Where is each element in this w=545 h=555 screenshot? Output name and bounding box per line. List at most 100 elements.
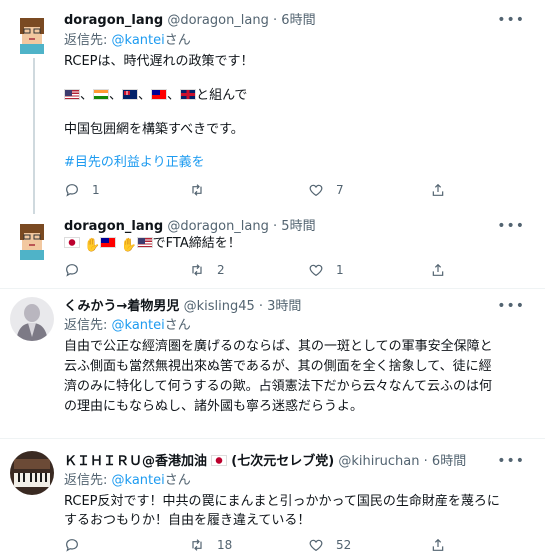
share-button[interactable] <box>430 260 446 280</box>
more-options-button[interactable]: ••• <box>497 298 525 314</box>
tweet-text-fragment: と組んで <box>196 88 248 103</box>
timestamp[interactable]: 5時間 <box>281 219 315 234</box>
tweet-text-line: ✋ ✋ でFTA締結を！ <box>64 234 241 256</box>
display-name[interactable]: ＫＩＨＩＲＵ@香港加油 <box>64 454 207 469</box>
share-icon <box>432 538 444 551</box>
display-name[interactable]: doragon_lang <box>64 13 163 28</box>
tweet[interactable]: doragon_lang @doragon_lang · 5時間 ••• ✋ ✋… <box>0 214 545 290</box>
retweet-count: 2 <box>217 263 225 277</box>
tweet-header: ＫＩＨＩＲＵ@香港加油 (七次元セレブ党) @kihiruchan · 6時間 <box>64 453 466 471</box>
list-separator: 、 <box>109 88 123 103</box>
like-button[interactable]: 52 <box>308 535 351 555</box>
reply-suffix: さん <box>164 33 191 48</box>
heart-icon <box>309 539 323 552</box>
avatar[interactable] <box>10 451 54 495</box>
user-handle[interactable]: @kisling45 <box>184 299 255 314</box>
tweet-actions: 2 1 <box>64 260 464 280</box>
share-icon <box>432 263 444 276</box>
retweet-button[interactable]: 2 <box>189 260 225 280</box>
heart-icon <box>309 264 323 277</box>
share-button[interactable] <box>430 535 446 555</box>
display-name-suffix[interactable]: (七次元セレブ党) <box>231 454 334 469</box>
reply-context: 返信先: @kanteiさん <box>64 317 191 335</box>
separator-dot: · <box>423 454 428 469</box>
mention-link[interactable]: @kantei <box>112 473 165 488</box>
reply-button[interactable] <box>64 260 92 280</box>
hashtag-link[interactable]: #目先の利益より正義を <box>64 153 205 173</box>
tweet-text-line: 云ふ側面も當然無視出來ぬ筈であるが、其の側面を全く捨象して、徒に經 <box>64 359 492 374</box>
more-horizontal-icon: ••• <box>497 298 525 314</box>
reply-button[interactable]: 1 <box>64 180 100 200</box>
tweet[interactable]: ＫＩＨＩＲＵ@香港加油 (七次元セレブ党) @kihiruchan · 6時間 … <box>0 439 545 552</box>
tweet-text-line: するおつもりか！自由を履き違えている！ <box>64 513 311 528</box>
retweet-count: 18 <box>217 538 233 552</box>
timestamp[interactable]: 3時間 <box>267 299 301 314</box>
share-button[interactable] <box>430 180 446 200</box>
separator-dot: · <box>273 13 278 28</box>
more-horizontal-icon: ••• <box>497 12 525 28</box>
thread-connector <box>33 58 35 214</box>
avatar[interactable] <box>12 220 52 260</box>
user-handle[interactable]: @doragon_lang <box>167 219 269 234</box>
reply-suffix: さん <box>164 318 191 333</box>
reply-prefix: 返信先: <box>64 473 112 488</box>
mention-link[interactable]: @kantei <box>112 318 165 333</box>
separator-dot: · <box>258 299 264 314</box>
handshake-icon: ✋ <box>120 238 137 253</box>
flag-india-icon <box>93 89 110 100</box>
mention-link[interactable]: @kantei <box>112 33 165 48</box>
retweet-button[interactable]: 18 <box>189 535 232 555</box>
flag-taiwan-icon <box>151 89 168 100</box>
tweet-text-line-flags: 、、、、と組んで <box>64 86 247 106</box>
flag-us-icon <box>64 89 80 100</box>
retweet-button[interactable] <box>189 180 217 200</box>
timestamp[interactable]: 6時間 <box>432 454 466 469</box>
more-options-button[interactable]: ••• <box>497 453 525 469</box>
more-options-button[interactable]: ••• <box>497 218 525 234</box>
like-count: 1 <box>336 263 344 277</box>
flag-japan-icon <box>211 455 228 466</box>
flag-australia-icon <box>122 89 139 100</box>
separator-dot: · <box>273 219 278 234</box>
tweet[interactable]: doragon_lang @doragon_lang · 6時間 ••• 返信先… <box>0 0 545 214</box>
more-options-button[interactable]: ••• <box>497 12 525 28</box>
display-name[interactable]: くみかう→着物男児 <box>64 299 179 314</box>
retweet-icon <box>192 539 202 551</box>
user-handle[interactable]: @kihiruchan <box>338 454 419 469</box>
tweet-text-line: 中国包囲網を構築すべきです。 <box>64 122 244 137</box>
flag-uk-icon <box>180 89 197 100</box>
list-separator: 、 <box>80 88 94 103</box>
like-button[interactable]: 1 <box>308 260 344 280</box>
user-handle[interactable]: @doragon_lang <box>167 13 269 28</box>
display-name[interactable]: doragon_lang <box>64 219 163 234</box>
tweet-header: doragon_lang @doragon_lang · 6時間 <box>64 12 316 30</box>
more-horizontal-icon: ••• <box>497 218 525 234</box>
list-separator: 、 <box>167 88 181 103</box>
reply-prefix: 返信先: <box>64 33 112 48</box>
like-button[interactable]: 7 <box>308 180 344 200</box>
tweet-actions: 18 52 <box>64 535 464 555</box>
reply-button[interactable] <box>64 535 80 555</box>
like-count: 7 <box>336 183 344 197</box>
avatar[interactable] <box>10 297 54 341</box>
tweet-text-line: 濟のみに特化して何うするの歟。占領憲法下だから云々なんて云ふのは何 <box>64 379 492 394</box>
reply-context: 返信先: @kanteiさん <box>64 32 191 50</box>
flag-taiwan-icon <box>100 237 117 248</box>
reply-icon <box>66 184 78 197</box>
tweet-header: くみかう→着物男児 @kisling45 · 3時間 <box>64 298 301 316</box>
list-separator: 、 <box>138 88 152 103</box>
more-horizontal-icon: ••• <box>497 453 525 469</box>
avatar[interactable] <box>12 14 52 54</box>
timestamp[interactable]: 6時間 <box>281 13 315 28</box>
reply-icon <box>66 264 78 277</box>
share-icon <box>432 183 444 196</box>
tweet-text-line: の理由にもならぬし、諸外國も寧ろ迷惑だらうよ。 <box>64 399 364 414</box>
tweet-actions: 1 7 <box>64 180 464 200</box>
reply-prefix: 返信先: <box>64 318 112 333</box>
heart-icon <box>309 184 323 197</box>
flag-us-icon <box>136 237 153 248</box>
reply-count: 1 <box>92 183 100 197</box>
tweet-text-line: RCEP反対です！中共の罠にまんまと引っかかって国民の生命財産を蔑ろに <box>64 494 500 509</box>
tweet[interactable]: くみかう→着物男児 @kisling45 · 3時間 ••• 返信先: @kan… <box>0 289 545 437</box>
flag-japan-icon <box>64 237 80 248</box>
